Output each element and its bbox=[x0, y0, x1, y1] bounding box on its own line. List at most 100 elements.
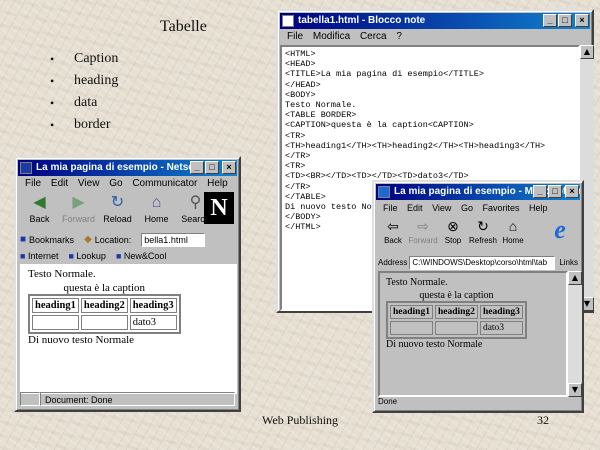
minimize-button[interactable]: _ bbox=[190, 161, 204, 174]
ie-status-bar: Done bbox=[378, 397, 398, 406]
page-text: Testo Normale. bbox=[386, 277, 448, 288]
table-heading: heading2 bbox=[80, 298, 128, 313]
close-button[interactable]: × bbox=[565, 185, 579, 198]
table-row: heading1 heading2 heading3 bbox=[32, 298, 177, 313]
forward-button[interactable]: ⇨ Forward bbox=[408, 215, 438, 253]
bullet-icon: • bbox=[50, 118, 55, 132]
notepad-menubar: File Modifica Cerca ? bbox=[280, 30, 590, 44]
menu-help[interactable]: ? bbox=[396, 31, 402, 42]
location-input[interactable]: bella1.html bbox=[141, 233, 206, 247]
forward-button[interactable]: ▶ Forward bbox=[59, 191, 98, 231]
page-text: Di nuovo testo Normale bbox=[28, 334, 135, 346]
table-heading: heading3 bbox=[129, 298, 177, 313]
table-row: dato3 bbox=[32, 315, 177, 330]
bullet-item: • Caption bbox=[50, 48, 118, 70]
home-button[interactable]: ⌂ Home bbox=[137, 191, 176, 231]
links-button[interactable]: Links bbox=[559, 255, 578, 271]
ie-titlebar[interactable]: La mia pagina di esempio - Microsoft In … bbox=[376, 184, 580, 200]
table-cell bbox=[390, 321, 433, 335]
table-heading: heading2 bbox=[434, 305, 478, 319]
ie-menubar: File Edit View Go Favorites Help bbox=[376, 201, 580, 215]
table-cell: dato3 bbox=[129, 315, 177, 330]
back-arrow-icon: ◀ bbox=[33, 194, 46, 211]
netscape-logo: N bbox=[204, 192, 234, 224]
link-internet[interactable]: ■ Internet bbox=[20, 248, 58, 264]
refresh-icon: ↻ bbox=[477, 218, 489, 234]
bookmarks-button[interactable]: ■ Bookmarks bbox=[20, 232, 74, 248]
netscape-titlebar[interactable]: La mia pagina di esempio - Netsc _ □ × bbox=[18, 160, 237, 176]
maximize-button[interactable]: □ bbox=[205, 161, 219, 174]
menu-go[interactable]: Go bbox=[461, 203, 473, 213]
table-heading: heading1 bbox=[32, 298, 79, 313]
ie-vertical-scrollbar[interactable]: ▲ ▼ bbox=[568, 271, 582, 397]
ie-logo: e bbox=[546, 215, 574, 245]
link-newcool[interactable]: ■ New&Cool bbox=[116, 248, 166, 264]
home-button[interactable]: ⌂ Home bbox=[498, 215, 528, 253]
ie-page-content: Testo Normale. questa è la caption headi… bbox=[378, 271, 568, 397]
bullet-text: border bbox=[74, 117, 111, 132]
menu-file[interactable]: File bbox=[25, 178, 41, 189]
menu-help[interactable]: Help bbox=[207, 178, 228, 189]
ie-app-icon bbox=[378, 186, 390, 198]
menu-file[interactable]: File bbox=[287, 31, 303, 42]
table-heading: heading1 bbox=[390, 305, 433, 319]
link-icon: ■ bbox=[115, 251, 124, 261]
menu-communicator[interactable]: Communicator bbox=[132, 178, 197, 189]
close-button[interactable]: × bbox=[575, 14, 589, 27]
page-number: 32 bbox=[537, 413, 549, 427]
status-text: Document: Done bbox=[40, 392, 235, 406]
netscape-personal-toolbar: ■ Internet ■ Lookup ■ New&Cool bbox=[20, 248, 235, 264]
page-text: Di nuovo testo Normale bbox=[386, 339, 483, 350]
scroll-up-arrow-icon[interactable]: ▲ bbox=[568, 271, 582, 285]
table-cell bbox=[80, 315, 128, 330]
search-icon: ⚲ bbox=[189, 194, 202, 211]
reload-button[interactable]: ↻ Reload bbox=[98, 191, 137, 231]
netscape-title: La mia pagina di esempio - Netsc bbox=[36, 162, 194, 173]
notepad-titlebar[interactable]: tabella1.html - Blocco note _ □ × bbox=[280, 13, 590, 29]
page-text: Testo Normale. bbox=[28, 268, 96, 280]
menu-modifica[interactable]: Modifica bbox=[313, 31, 350, 42]
bookmark-icon: ■ bbox=[20, 234, 27, 245]
table-cell: dato3 bbox=[479, 321, 523, 335]
back-arrow-icon: ⇦ bbox=[387, 218, 399, 234]
stop-button[interactable]: ⊗ Stop bbox=[438, 215, 468, 253]
menu-view[interactable]: View bbox=[78, 178, 100, 189]
home-icon: ⌂ bbox=[151, 194, 162, 211]
bullet-icon: • bbox=[50, 52, 55, 66]
bullet-text: Caption bbox=[74, 51, 119, 66]
menu-file[interactable]: File bbox=[383, 203, 398, 213]
notepad-app-icon bbox=[282, 15, 294, 27]
menu-go[interactable]: Go bbox=[109, 178, 122, 189]
menu-cerca[interactable]: Cerca bbox=[360, 31, 387, 42]
address-input[interactable]: C:\WINDOWS\Desktop\corso\html\tab bbox=[409, 256, 556, 270]
close-button[interactable]: × bbox=[222, 161, 236, 174]
menu-edit[interactable]: Edit bbox=[407, 203, 423, 213]
scroll-up-arrow-icon[interactable]: ▲ bbox=[580, 45, 594, 59]
back-button[interactable]: ◀ Back bbox=[20, 191, 59, 231]
security-icon bbox=[20, 392, 40, 406]
netscape-menubar: File Edit View Go Communicator Help bbox=[18, 177, 237, 191]
bullet-list: • Caption • heading • data • border bbox=[50, 48, 118, 136]
table-row: dato3 bbox=[390, 321, 523, 335]
bullet-item: • border bbox=[50, 114, 118, 136]
minimize-button[interactable]: _ bbox=[543, 14, 557, 27]
location-icon: ◆ bbox=[84, 234, 92, 245]
menu-help[interactable]: Help bbox=[529, 203, 548, 213]
bullet-item: • data bbox=[50, 92, 118, 114]
netscape-status-bar: Document: Done bbox=[20, 392, 235, 406]
maximize-button[interactable]: □ bbox=[558, 14, 572, 27]
refresh-button[interactable]: ↻ Refresh bbox=[468, 215, 498, 253]
bullet-text: heading bbox=[74, 73, 119, 88]
address-label: Address bbox=[378, 258, 408, 267]
menu-favorites[interactable]: Favorites bbox=[482, 203, 519, 213]
menu-view[interactable]: View bbox=[432, 203, 451, 213]
menu-edit[interactable]: Edit bbox=[51, 178, 68, 189]
netscape-page-content: Testo Normale. questa è la caption headi… bbox=[20, 264, 237, 394]
minimize-button[interactable]: _ bbox=[533, 185, 547, 198]
back-button[interactable]: ⇦ Back bbox=[378, 215, 408, 253]
link-lookup[interactable]: ■ Lookup bbox=[68, 248, 105, 264]
maximize-button[interactable]: □ bbox=[548, 185, 562, 198]
table-heading: heading3 bbox=[479, 305, 523, 319]
ie-toolbar: ⇦ Back ⇨ Forward ⊗ Stop ↻ Refresh ⌂ Home bbox=[378, 215, 558, 253]
netscape-location-bar: ■ Bookmarks ◆ Location: bella1.html bbox=[20, 232, 235, 248]
